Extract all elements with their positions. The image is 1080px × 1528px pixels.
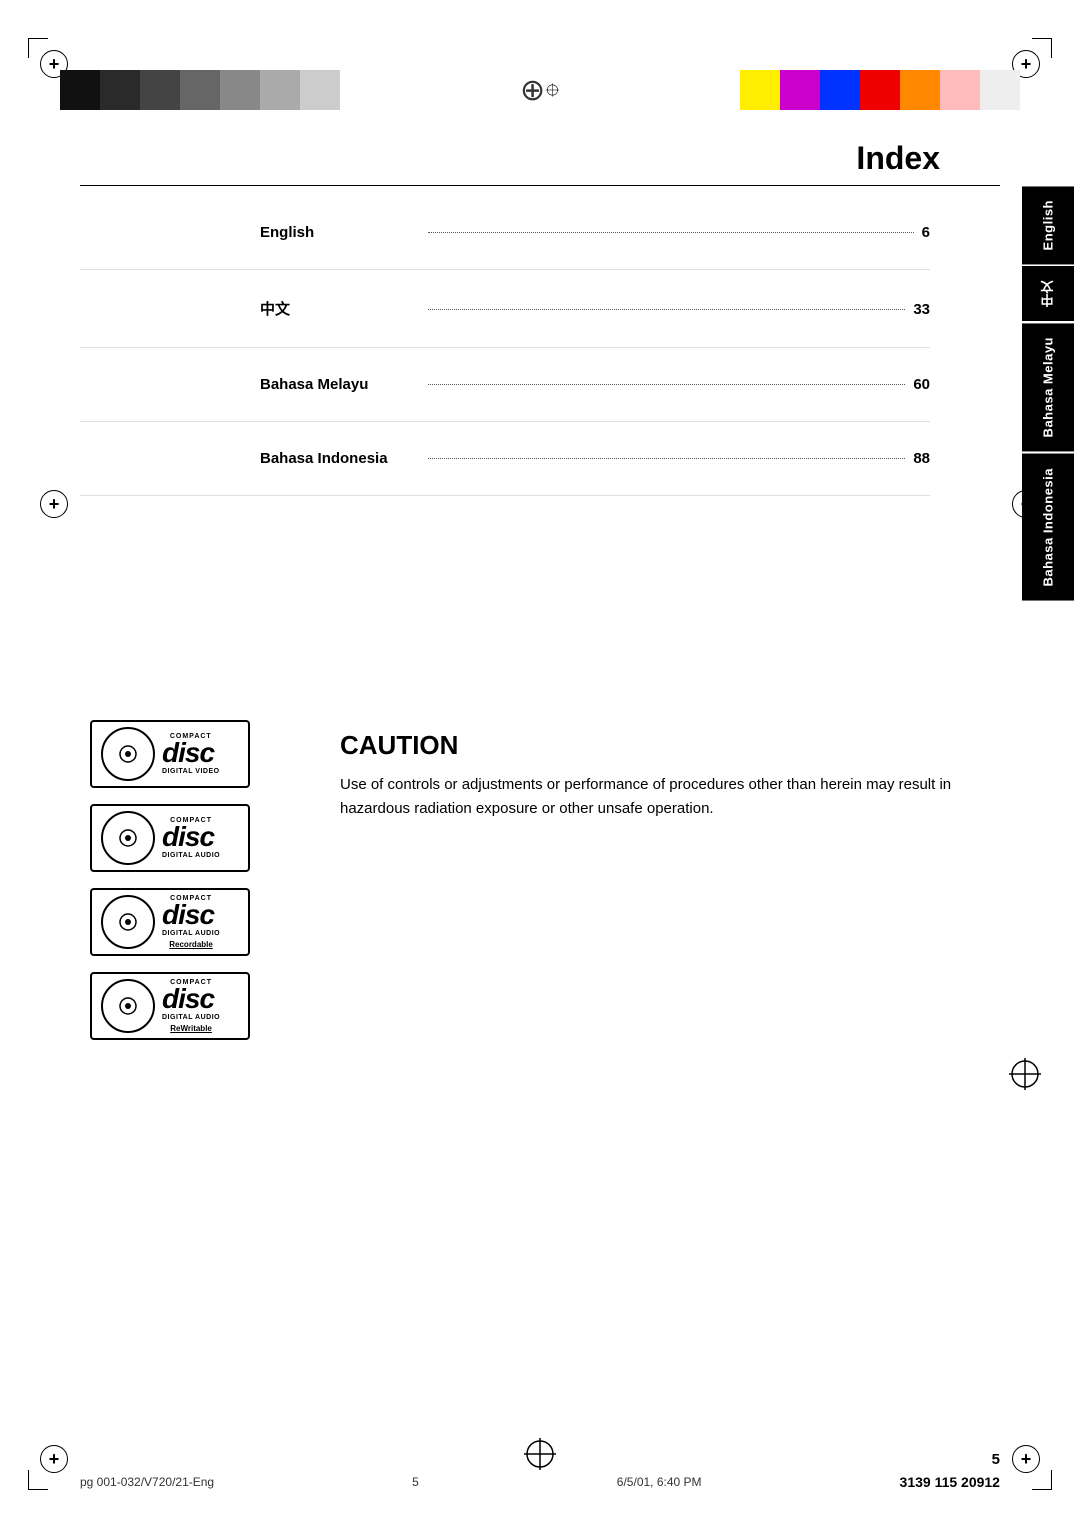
color-bar-left (60, 70, 340, 110)
index-entry-english: English 6 (80, 196, 930, 270)
disc-extra-3: Recordable (162, 940, 220, 949)
reg-mark-br (1012, 1445, 1040, 1473)
page-title: Index (80, 140, 1000, 177)
disc-logo-digital-audio: COMPACT disc DIGITAL AUDIO (80, 804, 260, 872)
disc-subtitle-4: DIGITAL AUDIO (162, 1014, 220, 1021)
footer-page-center: 5 (412, 1475, 419, 1489)
disc-subtitle-2: DIGITAL AUDIO (162, 852, 220, 859)
entry-dots-melayu (428, 384, 905, 385)
caution-title: CAUTION (340, 730, 1000, 761)
cut-mark-br (1032, 1470, 1052, 1490)
side-tabs: English 中文 Bahasa Melayu Bahasa Indonesi… (1022, 186, 1080, 602)
tab-bahasa-melayu[interactable]: Bahasa Melayu (1022, 323, 1074, 451)
right-crosshair (1008, 1057, 1042, 1098)
footer: pg 001-032/V720/21-Eng 5 6/5/01, 6:40 PM… (80, 1474, 1000, 1490)
caution-text: Use of controls or adjustments or perfor… (340, 773, 1000, 821)
disc-subtitle-3: DIGITAL AUDIO (162, 930, 220, 937)
reg-mark-bl (40, 1445, 68, 1473)
disc-extra-4: ReWritable (162, 1024, 220, 1033)
disc-logo-recordable: COMPACT disc DIGITAL AUDIO Recordable (80, 888, 260, 956)
logos-area: COMPACT disc DIGITAL VIDEO (80, 720, 300, 1040)
index-entry-bahasa-indonesia: Bahasa Indonesia 88 (80, 422, 930, 496)
footer-date: 6/5/01, 6:40 PM (617, 1475, 702, 1489)
index-entry-chinese: 中文 33 (80, 270, 930, 348)
disc-logo-rewritable: COMPACT disc DIGITAL AUDIO ReWritable (80, 972, 260, 1040)
disc-logo-digital-video: COMPACT disc DIGITAL VIDEO (80, 720, 260, 788)
center-crosshair (520, 70, 560, 110)
disc-letters-4: disc (162, 986, 220, 1011)
footer-product-code: 3139 115 20912 (900, 1474, 1000, 1490)
color-bar-right (740, 70, 1020, 110)
tab-english[interactable]: English (1022, 186, 1074, 264)
entry-dots-english (428, 232, 914, 233)
entry-dots-chinese (428, 309, 905, 310)
disc-letters-2: disc (162, 824, 220, 849)
cut-mark-bl (28, 1470, 48, 1490)
index-entries: English 6 中文 33 Bahasa Melayu 60 Bahasa … (80, 196, 1000, 496)
reg-mark-ml (40, 490, 68, 518)
disc-subtitle-1: DIGITAL VIDEO (162, 768, 220, 775)
bottom-section: COMPACT disc DIGITAL VIDEO (80, 720, 1000, 1040)
entry-dots-indonesia (428, 458, 905, 459)
index-entry-bahasa-melayu: Bahasa Melayu 60 (80, 348, 930, 422)
disc-letters-1: disc (162, 740, 220, 765)
footer-file-ref: pg 001-032/V720/21-Eng (80, 1475, 214, 1489)
caution-section: CAUTION Use of controls or adjustments o… (340, 720, 1000, 1040)
tab-chinese[interactable]: 中文 (1022, 266, 1074, 321)
disc-letters-3: disc (162, 902, 220, 927)
page-number: 5 (992, 1451, 1000, 1468)
index-area: English 中文 Bahasa Melayu Bahasa Indonesi… (80, 186, 1000, 496)
tab-bahasa-indonesia[interactable]: Bahasa Indonesia (1022, 454, 1074, 601)
top-bar-area (60, 60, 1020, 120)
